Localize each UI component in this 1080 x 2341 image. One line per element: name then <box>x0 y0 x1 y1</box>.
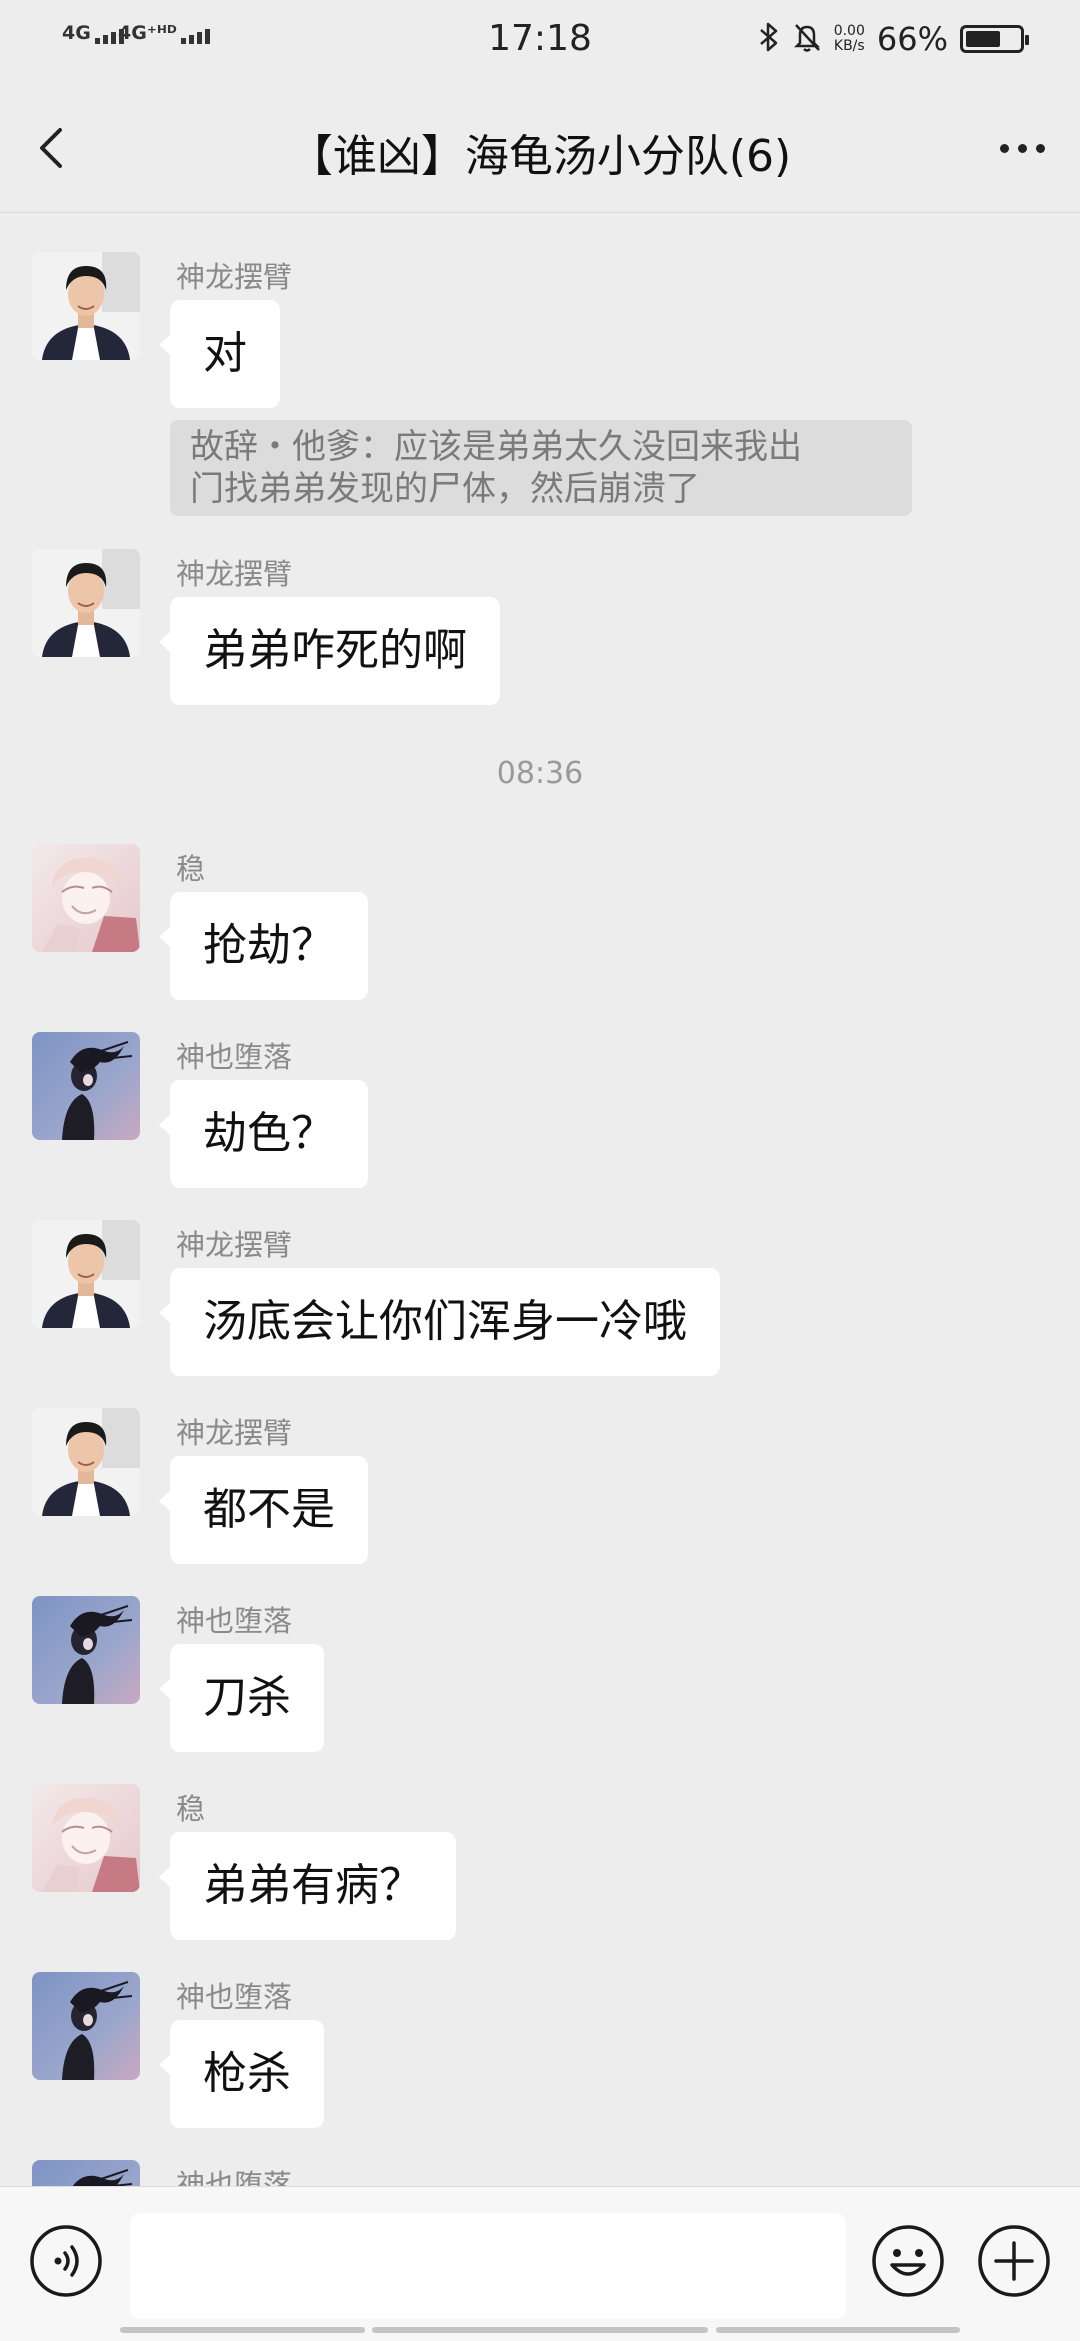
plus-button[interactable] <box>976 2223 1052 2303</box>
avatar[interactable] <box>32 1784 140 1892</box>
battery-icon <box>960 25 1029 53</box>
sender-name: 神也堕落 <box>176 1040 293 1074</box>
avatar[interactable] <box>32 1220 140 1328</box>
avatar[interactable] <box>32 549 140 657</box>
sender-name: 稳 <box>176 852 206 886</box>
sender-name: 神龙摆臂 <box>176 557 293 591</box>
chat-header: 【谁凶】海龟汤小分队(6) <box>0 84 1080 213</box>
sender-name: 神龙摆臂 <box>176 260 293 294</box>
gesture-segment <box>120 2327 365 2333</box>
more-dots-icon <box>1035 143 1045 153</box>
quoted-message[interactable]: 故辞・他爹：应该是弟弟太久没回来我出 门找弟弟发现的尸体，然后崩溃了 <box>170 420 912 516</box>
bluetooth-icon <box>758 21 780 57</box>
gesture-segment <box>372 2327 708 2333</box>
more-dots-icon <box>1017 143 1027 153</box>
message-bubble[interactable]: 都不是 <box>159 1456 368 1564</box>
battery-percent: 66% <box>876 20 948 58</box>
sender-name: 神也堕落 <box>176 1980 293 2014</box>
plus-icon <box>978 2225 1050 2297</box>
avatar[interactable] <box>32 844 140 952</box>
input-bar <box>0 2186 1080 2341</box>
message-input[interactable] <box>130 2213 846 2319</box>
message-bubble[interactable]: 汤底会让你们浑身一冷哦 <box>159 1268 720 1376</box>
net-speed: 0.00 KB/s <box>834 24 865 54</box>
quote-line-2: 门找弟弟发现的尸体，然后崩溃了 <box>190 469 700 509</box>
message-bubble[interactable]: 对 <box>159 300 280 408</box>
emoji-icon <box>872 2225 944 2297</box>
message-bubble[interactable]: 抢劫？ <box>159 892 368 1000</box>
timestamp: 08:36 <box>496 756 584 791</box>
silent-icon <box>792 21 822 57</box>
message-bubble[interactable]: 劫色？ <box>159 1080 368 1188</box>
sender-name: 神龙摆臂 <box>176 1416 293 1450</box>
message-bubble[interactable]: 刀杀 <box>159 1644 324 1752</box>
speed-unit: KB/s <box>833 38 865 54</box>
chat-title: 【谁凶】海龟汤小分队(6) <box>288 131 792 182</box>
battery-fill <box>966 31 1000 47</box>
sender-name: 稳 <box>176 1792 206 1826</box>
gesture-segment <box>716 2327 960 2333</box>
message-bubble[interactable]: 枪杀 <box>159 2020 324 2128</box>
message-bubble[interactable]: 弟弟咋死的啊 <box>159 597 500 705</box>
message-bubble[interactable]: 弟弟有病？ <box>159 1832 456 1940</box>
status-bar: 4G 4G⁺ᴴᴰ 17:18 0.00 KB/s 66% <box>0 0 1080 84</box>
more-dots-icon <box>999 143 1009 153</box>
sender-name: 神也堕落 <box>176 1604 293 1638</box>
avatar[interactable] <box>32 1596 140 1704</box>
avatar[interactable] <box>32 1408 140 1516</box>
speed-value: 0.00 <box>833 23 865 39</box>
sender-name: 神龙摆臂 <box>176 1228 293 1262</box>
gesture-bar <box>0 2327 1080 2335</box>
avatar[interactable] <box>32 1972 140 2080</box>
voice-button[interactable] <box>28 2223 104 2303</box>
emoji-button[interactable] <box>870 2223 946 2303</box>
quote-line-1: 故辞・他爹：应该是弟弟太久没回来我出 <box>190 427 802 467</box>
avatar[interactable] <box>32 252 140 360</box>
voice-icon <box>30 2225 102 2297</box>
more-button[interactable] <box>990 120 1054 176</box>
avatar[interactable] <box>32 1032 140 1140</box>
